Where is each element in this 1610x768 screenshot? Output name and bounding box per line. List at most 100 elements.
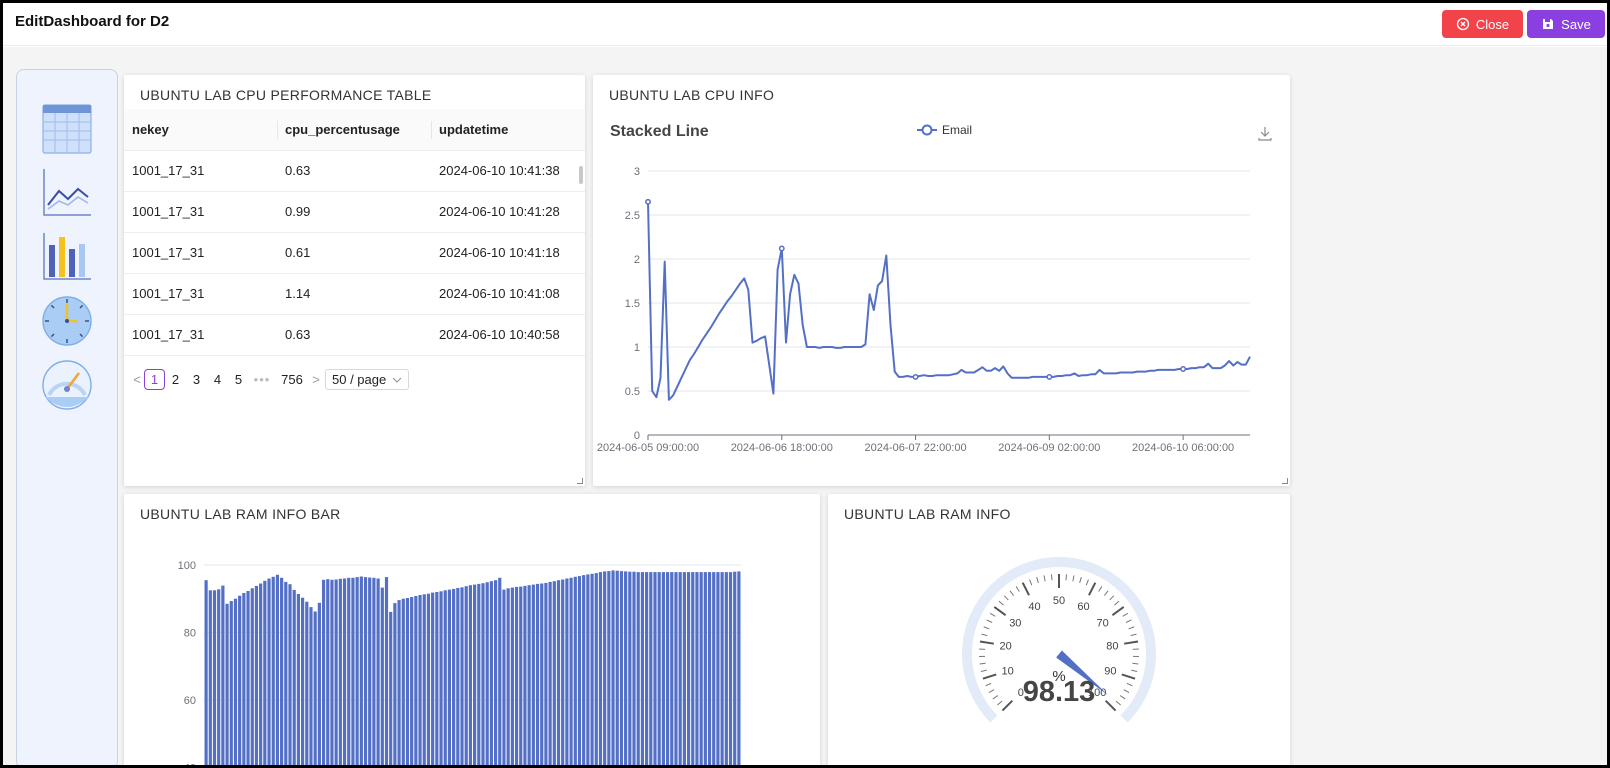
y-tick-label: 1.5	[625, 298, 640, 310]
table-row[interactable]: 1001_17_31 1.14 2024-06-10 10:41:08	[124, 273, 585, 315]
bar	[431, 592, 435, 765]
clock-widget-icon[interactable]	[41, 295, 93, 347]
bar	[665, 572, 670, 765]
table-cell: 2024-06-10 10:40:58	[431, 314, 585, 356]
top-bar: EditDashboard for D2 Close Save	[3, 3, 1607, 46]
resize-handle[interactable]	[577, 478, 583, 484]
gauge-major-tick	[982, 673, 997, 680]
bar	[707, 572, 712, 765]
ram-bar-chart: 40 60 80 100	[178, 560, 741, 765]
gauge-value: 98.13	[1023, 676, 1096, 708]
chart-legend[interactable]: Email	[917, 123, 972, 137]
bar	[217, 589, 221, 765]
table-row[interactable]: 1001_17_31 0.99 2024-06-10 10:41:28	[124, 191, 585, 233]
bar	[401, 598, 405, 765]
column-header[interactable]: updatetime	[431, 109, 585, 151]
page-1-button[interactable]: 1	[144, 369, 165, 390]
column-header[interactable]: nekey	[124, 109, 277, 151]
bar	[225, 603, 229, 765]
save-button[interactable]: Save	[1527, 10, 1605, 38]
bar	[712, 572, 716, 765]
bar	[317, 602, 321, 765]
gauge-major-tick	[1104, 699, 1117, 712]
bar	[691, 572, 695, 765]
gauge-minor-tick	[983, 626, 990, 630]
page-4-button[interactable]: 4	[207, 369, 228, 390]
table-widget-icon[interactable]	[41, 103, 93, 155]
gauge-minor-tick	[1098, 586, 1103, 592]
bar	[645, 572, 649, 765]
line-chart-widget-icon[interactable]	[41, 167, 93, 219]
table-cell: 1001_17_31	[124, 314, 277, 356]
y-tick-label: 40	[184, 762, 196, 765]
page-3-button[interactable]: 3	[186, 369, 207, 390]
bar	[535, 583, 540, 765]
next-page-button[interactable]: >	[309, 369, 323, 390]
bar	[678, 572, 682, 765]
gauge-minor-tick	[1003, 595, 1009, 601]
gauge-minor-tick	[1065, 574, 1068, 581]
bar	[435, 592, 439, 765]
legend-marker-icon	[921, 124, 933, 136]
gauge-minor-tick	[979, 662, 986, 665]
y-tick-label: 2	[634, 254, 640, 266]
gauge-minor-tick	[1131, 669, 1138, 672]
bar	[724, 572, 728, 765]
gauge-minor-tick	[985, 682, 992, 687]
bar	[565, 578, 569, 765]
bar	[300, 597, 305, 765]
bar	[615, 570, 619, 765]
gauge-minor-tick	[981, 633, 988, 637]
page-size-select[interactable]: 50 / page	[325, 369, 410, 390]
gauge-major-tick	[993, 606, 1007, 617]
bar	[502, 589, 506, 765]
bar	[657, 572, 661, 765]
bar-chart-widget-icon[interactable]	[41, 231, 93, 283]
bar	[670, 572, 674, 765]
y-tick-label: 80	[184, 627, 196, 639]
bar	[393, 603, 397, 765]
gauge-minor-tick	[1122, 612, 1129, 617]
bar	[359, 576, 363, 765]
bar	[439, 591, 443, 765]
table-row[interactable]: 1001_17_31 0.63 2024-06-10 10:41:38	[124, 150, 585, 192]
table-cell: 1001_17_31	[124, 150, 277, 192]
bar	[410, 597, 414, 765]
bar	[603, 571, 607, 765]
table-cell: 1001_17_31	[124, 232, 277, 274]
chart-plot-area	[204, 570, 741, 765]
gauge-minor-tick	[1119, 695, 1126, 700]
bar	[607, 571, 611, 765]
gauge-widget-icon[interactable]	[41, 359, 93, 411]
table-cell: 1001_17_31	[124, 273, 277, 315]
bar	[569, 577, 573, 765]
column-header[interactable]: cpu_percentusage	[277, 109, 431, 151]
cpu-performance-table-panel[interactable]: UBUNTU LAB CPU PERFORMANCE TABLE nekey c…	[124, 75, 585, 486]
resize-handle[interactable]	[1282, 478, 1288, 484]
gauge-minor-tick	[1009, 590, 1015, 596]
close-button[interactable]: Close	[1442, 10, 1523, 38]
bar	[540, 583, 544, 765]
bar	[548, 581, 552, 765]
bar	[233, 598, 238, 765]
legend-label: Email	[942, 123, 972, 137]
dashboard-window: EditDashboard for D2 Close Save UBUNTU L…	[3, 3, 1607, 765]
cpu-info-panel[interactable]: UBUNTU LAB CPU INFO Stacked Line Email 0…	[593, 75, 1290, 486]
page-5-button[interactable]: 5	[228, 369, 249, 390]
gauge-tick-label: 10	[1002, 666, 1014, 678]
ram-info-panel[interactable]: UBUNTU LAB RAM INFO 0 10 20 30 40 50 60 70 80 90 1…	[828, 494, 1290, 765]
gauge-minor-tick	[1079, 577, 1082, 584]
bar	[426, 593, 431, 765]
table-row[interactable]: 1001_17_31 0.63 2024-06-10 10:40:58	[124, 314, 585, 356]
bar	[212, 590, 217, 765]
download-icon[interactable]	[1258, 127, 1272, 141]
page-2-button[interactable]: 2	[165, 369, 186, 390]
prev-page-button[interactable]: <	[130, 369, 144, 390]
cpu-line-chart: Stacked Line Email 0 0.5 1 1.5 2 2.5 3 2024-06-…	[597, 123, 1272, 454]
table-row[interactable]: 1001_17_31 0.61 2024-06-10 10:41:18	[124, 232, 585, 274]
table-scrollbar[interactable]	[579, 166, 583, 184]
bar	[514, 586, 519, 765]
more-pages-button[interactable]: •••	[249, 369, 275, 390]
last-page-button[interactable]: 756	[275, 369, 309, 390]
ram-info-bar-panel[interactable]: UBUNTU LAB RAM INFO BAR 406080100	[124, 494, 820, 765]
